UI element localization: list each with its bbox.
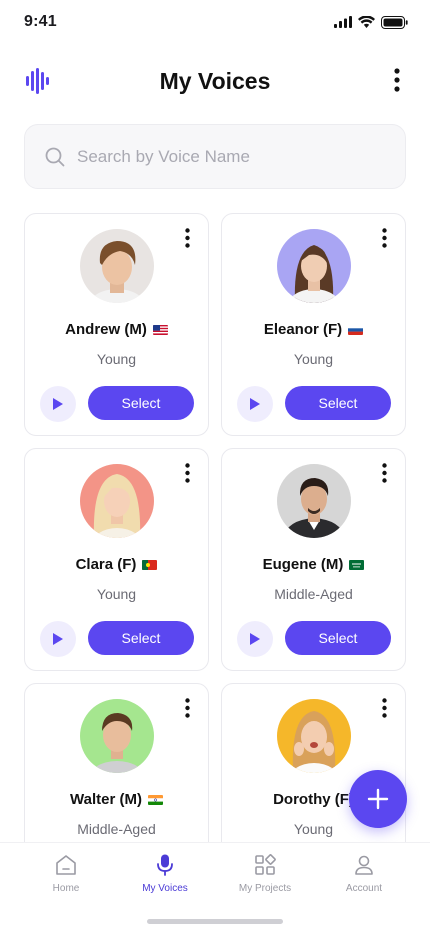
nav-item-my-projects[interactable]: My Projects [215, 853, 315, 903]
select-button[interactable]: Select [88, 386, 194, 420]
select-button[interactable]: Select [285, 621, 391, 655]
voice-age: Middle-Aged [77, 821, 156, 837]
more-vertical-icon[interactable] [185, 698, 190, 718]
nav-label: Home [52, 883, 80, 894]
voice-wave-icon[interactable] [26, 68, 50, 94]
avatar [80, 229, 154, 303]
nav-label: Account [345, 883, 383, 894]
nav-label: My Voices [142, 883, 188, 894]
search-placeholder: Search by Voice Name [77, 146, 250, 166]
avatar [277, 464, 351, 538]
select-button[interactable]: Select [88, 621, 194, 655]
voice-name: Walter (M) [25, 791, 208, 808]
more-vertical-icon[interactable] [382, 228, 387, 248]
search-input[interactable]: Search by Voice Name [24, 124, 406, 189]
header: My Voices [0, 56, 430, 106]
grid-icon [255, 854, 276, 875]
avatar [277, 229, 351, 303]
avatar [80, 699, 154, 773]
page-title: My Voices [159, 67, 271, 94]
select-button[interactable]: Select [285, 386, 391, 420]
voice-card[interactable]: Andrew (M) Young Select [24, 213, 209, 436]
wifi-icon [358, 16, 375, 28]
voice-age: Young [293, 351, 334, 367]
nav-item-account[interactable]: Account [314, 853, 414, 903]
voice-name: Andrew (M) [25, 321, 208, 338]
home-icon [56, 855, 76, 875]
play-button[interactable] [40, 386, 76, 422]
play-button[interactable] [237, 621, 273, 657]
more-vertical-icon[interactable] [394, 68, 400, 92]
voice-card[interactable]: Clara (F) Young Select [24, 448, 209, 671]
battery-icon [381, 15, 408, 29]
more-vertical-icon[interactable] [185, 463, 190, 483]
in-flag-icon [147, 794, 163, 805]
home-indicator [147, 919, 283, 924]
voice-age: Young [96, 351, 137, 367]
nav-item-home[interactable]: Home [16, 853, 116, 903]
play-icon [53, 398, 63, 410]
status-bar: 9:41 [0, 0, 430, 44]
ru-flag-icon [348, 324, 364, 335]
play-button[interactable] [40, 621, 76, 657]
voice-card[interactable]: Eleanor (F) Young Select [221, 213, 406, 436]
voice-name: Eugene (M) [222, 556, 405, 573]
avatar [277, 699, 351, 773]
plus-icon [367, 788, 389, 810]
add-voice-button[interactable] [349, 770, 407, 828]
user-icon [355, 855, 373, 875]
voice-name: Eleanor (F) [222, 321, 405, 338]
play-icon [250, 398, 260, 410]
sa-flag-icon [349, 559, 365, 570]
search-icon [45, 147, 65, 166]
avatar [80, 464, 154, 538]
voice-name: Clara (F) [25, 556, 208, 573]
status-icons [334, 15, 408, 29]
play-icon [53, 633, 63, 645]
nav-item-my-voices[interactable]: My Voices [115, 853, 215, 903]
us-flag-icon [152, 324, 168, 335]
more-vertical-icon[interactable] [382, 463, 387, 483]
voice-age: Young [96, 586, 137, 602]
play-icon [250, 633, 260, 645]
nav-label: My Projects [238, 883, 292, 894]
more-vertical-icon[interactable] [185, 228, 190, 248]
signal-icon [334, 16, 352, 28]
voice-age: Middle-Aged [274, 586, 353, 602]
voice-card[interactable]: Eugene (M) Middle-Aged Select [221, 448, 406, 671]
play-button[interactable] [237, 386, 273, 422]
pt-flag-icon [142, 559, 158, 570]
more-vertical-icon[interactable] [382, 698, 387, 718]
status-time: 9:41 [24, 13, 57, 30]
microphone-icon [157, 854, 173, 876]
